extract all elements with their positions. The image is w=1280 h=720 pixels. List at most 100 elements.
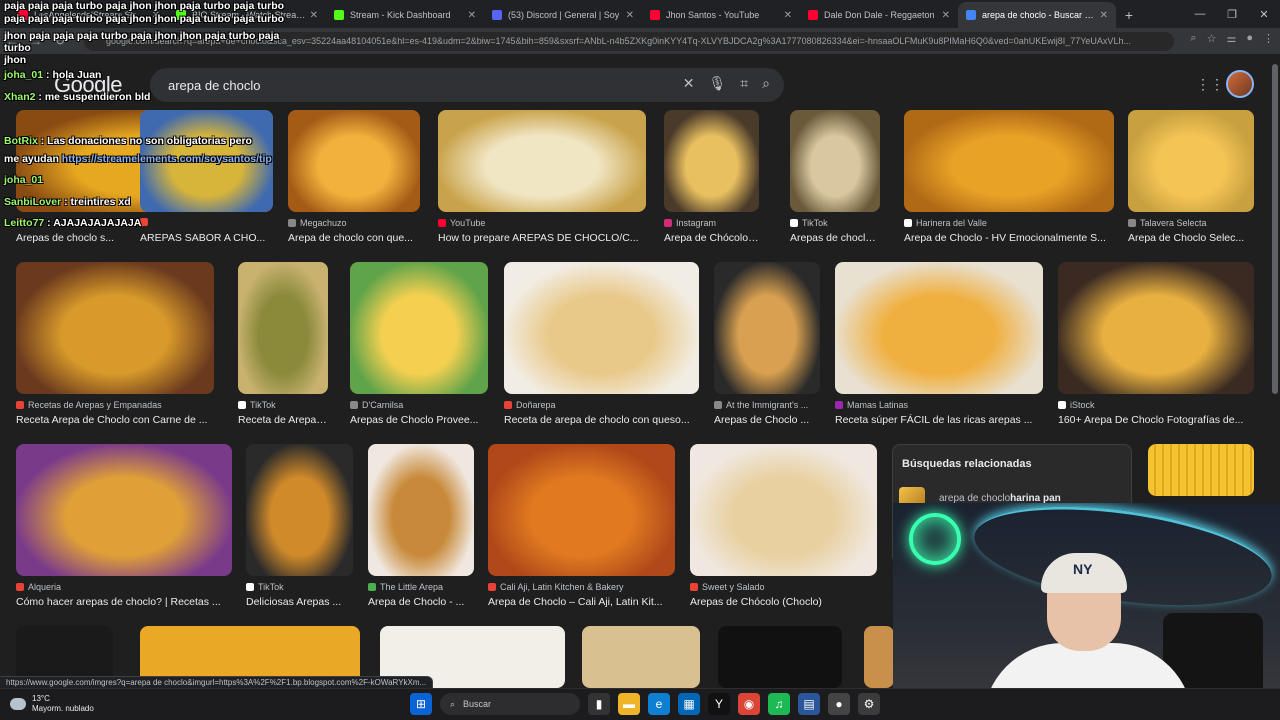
result-caption[interactable]: 160+ Arepa De Choclo Fotografías de... (1058, 414, 1254, 426)
image-result[interactable]: D'Carnilsa Arepas de Choclo Provee... (350, 262, 488, 430)
image-result[interactable]: Doñarepa Receta de arepa de choclo con qu… (504, 262, 699, 430)
close-tab-icon[interactable]: ✕ (468, 10, 476, 21)
search-icon[interactable]: ⌕ (762, 75, 770, 92)
windows-start-icon[interactable]: ⊞ (410, 693, 432, 715)
result-caption[interactable]: Receta súper FÁCIL de las ricas arepas .… (835, 414, 1043, 426)
image-result[interactable] (864, 626, 894, 688)
image-result[interactable] (718, 626, 842, 688)
image-result[interactable]: TikTok Arepas de choclo ... (790, 110, 880, 248)
result-caption[interactable]: Arepa de Choclo - ... (368, 596, 474, 608)
tab-favicon (966, 10, 976, 20)
image-result[interactable]: Recetas de Arepas y Empanadas Receta Arep… (16, 262, 214, 430)
close-tab-icon[interactable]: ✕ (942, 10, 950, 21)
image-result[interactable]: iStock 160+ Arepa De Choclo Fotografías d… (1058, 262, 1254, 430)
image-result[interactable]: AREPAS SABOR A CHO... (140, 110, 273, 248)
settings-icon[interactable]: ⚙ (858, 693, 880, 715)
bookmark-star-icon[interactable]: ☆ (1207, 32, 1217, 45)
result-caption[interactable]: Cómo hacer arepas de choclo? | Recetas .… (16, 596, 232, 608)
menu-icon[interactable]: ⋮ (1263, 32, 1274, 45)
extensions-icon[interactable]: ⚌ (1226, 32, 1236, 45)
donation-link[interactable]: https://streamelements.com/soysantos/tip (62, 153, 272, 165)
close-window-button[interactable]: ✕ (1248, 0, 1280, 28)
maximize-button[interactable]: ❐ (1216, 0, 1248, 28)
image-result[interactable]: Harinera del Valle Arepa de Choclo - HV E… (904, 110, 1114, 248)
taskbar-search[interactable]: ⌕ Buscar (440, 693, 580, 715)
image-result[interactable]: The Little Arepa Arepa de Choclo - ... (368, 444, 474, 612)
image-result[interactable] (582, 626, 700, 688)
image-thumbnail (504, 262, 699, 394)
result-caption[interactable]: Receta de Arepa d... (238, 414, 328, 426)
result-caption[interactable]: Arepas de Choclo Provee... (350, 414, 488, 426)
result-caption[interactable]: Receta Arepa de Choclo con Carne de ... (16, 414, 214, 426)
obs-icon[interactable]: ● (828, 693, 850, 715)
browser-tab[interactable]: Stream - Kick Dashboard ✕ (326, 2, 484, 28)
source-favicon (368, 583, 376, 591)
image-thumbnail (582, 626, 700, 688)
close-tab-icon[interactable]: ✕ (626, 10, 634, 21)
minimize-button[interactable]: — (1184, 0, 1216, 28)
result-caption[interactable]: Arepas de choclo ... (790, 232, 880, 244)
close-tab-icon[interactable]: ✕ (784, 10, 792, 21)
browser-tab[interactable]: (53) Discord | General | Soy ✕ (484, 2, 642, 28)
clear-search-icon[interactable]: ✕ (683, 75, 695, 92)
task-view-icon[interactable]: ▮ (588, 693, 610, 715)
browser-tab[interactable]: Jhon Santos - YouTube ✕ (642, 2, 800, 28)
result-caption[interactable]: Deliciosas Arepas ... (246, 596, 353, 608)
store-icon[interactable]: ▦ (678, 693, 700, 715)
new-tab-button[interactable]: + (1116, 2, 1142, 28)
result-caption[interactable]: Arepa de Choclo Selec... (1128, 232, 1254, 244)
chrome-icon[interactable]: ◉ (738, 693, 760, 715)
result-caption[interactable]: Arepa de Choclo – Cali Aji, Latin Kit... (488, 596, 675, 608)
result-source: Cali Aji, Latin Kitchen & Bakery (488, 582, 675, 592)
source-favicon (835, 401, 843, 409)
image-result[interactable]: Alqueria Cómo hacer arepas de choclo? | R… (16, 444, 232, 612)
source-favicon (904, 219, 912, 227)
source-name: D'Carnilsa (362, 400, 404, 410)
page-scrollbar[interactable] (1272, 64, 1278, 394)
result-caption[interactable]: Arepas de Choclo ... (714, 414, 820, 426)
account-avatar[interactable] (1226, 70, 1254, 98)
result-caption[interactable]: Arepa de Chócolo ... (664, 232, 759, 244)
result-caption[interactable]: Arepa de Choclo - HV Emocionalmente S... (904, 232, 1114, 244)
result-source: Sweet y Salado (690, 582, 877, 592)
close-tab-icon[interactable]: ✕ (1100, 10, 1108, 21)
image-thumbnail (690, 444, 877, 576)
image-result[interactable]: YouTube How to prepare AREPAS DE CHOCLO/C… (438, 110, 646, 248)
result-caption[interactable]: Arepa de choclo con que... (288, 232, 420, 244)
search-input[interactable] (168, 75, 608, 95)
image-result[interactable]: TikTok Receta de Arepa d... (238, 262, 328, 430)
image-result[interactable]: Mamas Latinas Receta súper FÁCIL de las r… (835, 262, 1043, 430)
taskbar-search-placeholder: Buscar (463, 699, 492, 709)
source-name: TikTok (258, 582, 284, 592)
image-thumbnail (350, 262, 488, 394)
result-caption[interactable]: Arepas de Chócolo (Choclo) (690, 596, 877, 608)
profile-icon[interactable]: ● (1246, 32, 1253, 45)
image-result[interactable]: At the Immigrant's ... Arepas de Choclo .… (714, 262, 820, 430)
image-result[interactable]: Talavera Selecta Arepa de Choclo Selec... (1128, 110, 1254, 248)
result-caption[interactable]: Receta de arepa de choclo con queso... (504, 414, 699, 426)
image-result[interactable]: Sweet y Salado Arepas de Chócolo (Choclo) (690, 444, 877, 612)
notepad-icon[interactable]: ▤ (798, 693, 820, 715)
image-thumbnail (16, 444, 232, 576)
result-caption[interactable]: How to prepare AREPAS DE CHOCLO/C... (438, 232, 646, 244)
zoom-icon[interactable]: ⌕ (1190, 32, 1196, 45)
yahoo-icon[interactable]: Y (708, 693, 730, 715)
browser-tab[interactable]: Dale Don Dale - Reggaeton ✕ (800, 2, 958, 28)
image-result[interactable]: TikTok Deliciosas Arepas ... (246, 444, 353, 612)
edge-icon[interactable]: e (648, 693, 670, 715)
image-result[interactable]: Megachuzo Arepa de choclo con que... (288, 110, 420, 248)
microphone-icon[interactable]: 🎙 (708, 75, 726, 92)
browser-tab[interactable]: arepa de choclo - Buscar con Google ✕ (958, 2, 1116, 28)
lens-camera-icon[interactable]: ⌗ (740, 75, 748, 92)
source-name: Talavera Selecta (1140, 218, 1207, 228)
result-caption[interactable]: AREPAS SABOR A CHO... (140, 232, 273, 244)
image-result-corn[interactable] (1148, 444, 1254, 496)
spotify-icon[interactable]: ♫ (768, 693, 790, 715)
close-tab-icon[interactable]: ✕ (310, 10, 318, 21)
source-name: Recetas de Arepas y Empanadas (28, 400, 162, 410)
file-explorer-icon[interactable]: ▬ (618, 693, 640, 715)
related-search-prefix: arepa de choclo (939, 492, 1011, 504)
image-result[interactable]: Instagram Arepa de Chócolo ... (664, 110, 759, 248)
weather-widget[interactable]: 13°C Mayorm. nublado (10, 694, 94, 714)
image-result[interactable]: Cali Aji, Latin Kitchen & Bakery Arepa de… (488, 444, 675, 612)
